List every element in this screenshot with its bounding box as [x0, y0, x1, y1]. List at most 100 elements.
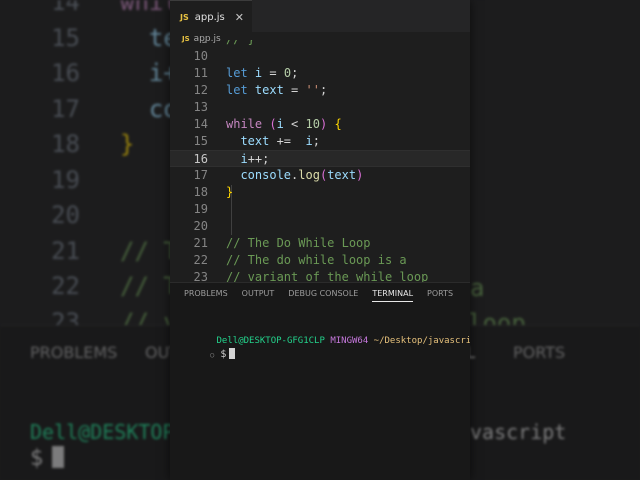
- panel-tab-ports[interactable]: PORTS: [427, 289, 453, 302]
- line-number: 17: [193, 168, 208, 182]
- panel-tab-debug-console[interactable]: DEBUG CONSOLE: [288, 289, 358, 302]
- code-token: log: [298, 168, 320, 182]
- terminal-cursor: [229, 348, 236, 359]
- code-token: ;: [312, 134, 320, 148]
- code-token: // variant of the while loop: [226, 270, 429, 282]
- code-line[interactable]: 15 text += i;: [170, 133, 470, 150]
- background-line-number: 19: [51, 165, 80, 194]
- code-line[interactable]: 17 console.log(text): [170, 167, 470, 184]
- close-icon[interactable]: ✕: [235, 11, 244, 24]
- background-prompt-user: Dell@DESKTOP-: [30, 420, 187, 444]
- background-code-line: 20: [0, 197, 120, 233]
- background-comment-fragment: a: [470, 274, 485, 302]
- code-line[interactable]: 14 while (i < 10) {: [170, 116, 470, 133]
- code-token: ;: [291, 66, 299, 80]
- code-token: +=: [269, 134, 306, 148]
- background-prompt-dollar: $: [30, 446, 44, 471]
- background-code-line: 17 co: [0, 91, 178, 127]
- tab-app-js[interactable]: JS app.js ✕: [170, 0, 252, 33]
- code-token: text: [240, 134, 270, 148]
- code-line[interactable]: 11 let i = 0;: [170, 65, 470, 82]
- code-line[interactable]: 18}: [170, 184, 470, 201]
- javascript-file-icon: JS: [180, 12, 189, 22]
- background-line-number: 18: [51, 130, 80, 158]
- code-token: let: [226, 83, 248, 97]
- terminal-input-line[interactable]: ○ $: [174, 337, 236, 371]
- code-token: {: [334, 117, 342, 131]
- line-number: 11: [193, 66, 208, 80]
- panel-tab-output[interactable]: OUTPUT: [242, 289, 275, 302]
- code-token: ++;: [247, 152, 270, 166]
- background-line-number: 20: [51, 201, 80, 229]
- background-code-line: 21// T: [0, 233, 178, 269]
- background-code-line: 22// T: [0, 268, 178, 304]
- background-line-number: 22: [51, 272, 80, 300]
- code-token: ): [356, 168, 364, 182]
- line-number: 14: [193, 117, 208, 131]
- line-number: 21: [193, 236, 208, 250]
- background-code-line: 14 while: [0, 0, 192, 20]
- code-token: ;: [319, 83, 328, 97]
- code-token: }: [226, 185, 234, 199]
- bottom-panel: PROBLEMS OUTPUT DEBUG CONSOLE TERMINAL PORTS…: [170, 282, 470, 480]
- code-token: // The Do While Loop: [226, 236, 371, 250]
- code-token: 10: [305, 117, 320, 131]
- line-number: 23: [193, 270, 208, 282]
- background-line-number: 15: [51, 23, 80, 52]
- code-line[interactable]: 9 // }: [170, 40, 470, 48]
- line-number: 19: [193, 202, 208, 216]
- code-token: '': [305, 83, 320, 97]
- line-number: 13: [193, 100, 208, 114]
- line-number: 9: [170, 40, 208, 48]
- code-token: // The do while loop is a: [226, 253, 407, 267]
- code-line[interactable]: 10: [170, 48, 470, 65]
- code-line[interactable]: 20: [170, 218, 470, 235]
- command-status-icon: ○: [210, 351, 215, 359]
- code-editor[interactable]: 9 // } 10 11 let i = 0; 12 let text = ''; 13 14 w…: [170, 40, 470, 282]
- editor-tab-bar: JS app.js ✕: [170, 0, 470, 33]
- code-line[interactable]: 13: [170, 99, 470, 116]
- terminal-system: MINGW64: [330, 336, 369, 346]
- code-token: i: [276, 117, 284, 131]
- background-cursor: [52, 446, 64, 468]
- code-line[interactable]: 19: [170, 201, 470, 218]
- code-token: text: [254, 83, 284, 97]
- background-code-line: 16 i+: [0, 55, 178, 91]
- code-token: i: [240, 152, 248, 166]
- code-line[interactable]: 12 let text = '';: [170, 82, 470, 99]
- code-line[interactable]: 16 i++;: [170, 150, 470, 167]
- vscode-window: JS app.js ✕ JS app.js 9 // } 10 11 let i = 0…: [170, 0, 470, 480]
- background-code-line: 19: [0, 162, 120, 198]
- background-tab-problems: PROBLEMS: [30, 343, 118, 362]
- background-line-number: 14: [51, 0, 80, 16]
- code-token: =: [283, 83, 306, 97]
- terminal-path: ~/Desktop/javascript: [373, 336, 470, 346]
- line-number: 12: [193, 83, 208, 97]
- line-number: 20: [193, 219, 208, 233]
- code-token: (: [269, 117, 277, 131]
- line-number: 16: [193, 152, 208, 166]
- panel-tab-terminal[interactable]: TERMINAL: [372, 289, 414, 302]
- line-number: 10: [193, 49, 208, 63]
- code-token: console: [240, 168, 292, 182]
- code-token: // }: [226, 40, 255, 46]
- code-token: <: [283, 117, 306, 131]
- panel-tabs: PROBLEMS OUTPUT DEBUG CONSOLE TERMINAL PORTS: [184, 289, 453, 302]
- code-token: =: [262, 66, 284, 80]
- line-number: 15: [193, 134, 208, 148]
- background-code-text: }: [120, 130, 135, 158]
- code-line[interactable]: 21 // The Do While Loop: [170, 235, 470, 252]
- background-line-number: 17: [51, 94, 80, 123]
- panel-tab-problems[interactable]: PROBLEMS: [184, 289, 228, 302]
- code-token: while: [226, 117, 263, 131]
- code-line[interactable]: 22 // The do while loop is a: [170, 252, 470, 269]
- code-token: let: [226, 66, 248, 80]
- code-line[interactable]: 23 // variant of the while loop: [170, 269, 470, 282]
- background-line-number: 16: [51, 59, 80, 87]
- line-number: 18: [193, 185, 208, 199]
